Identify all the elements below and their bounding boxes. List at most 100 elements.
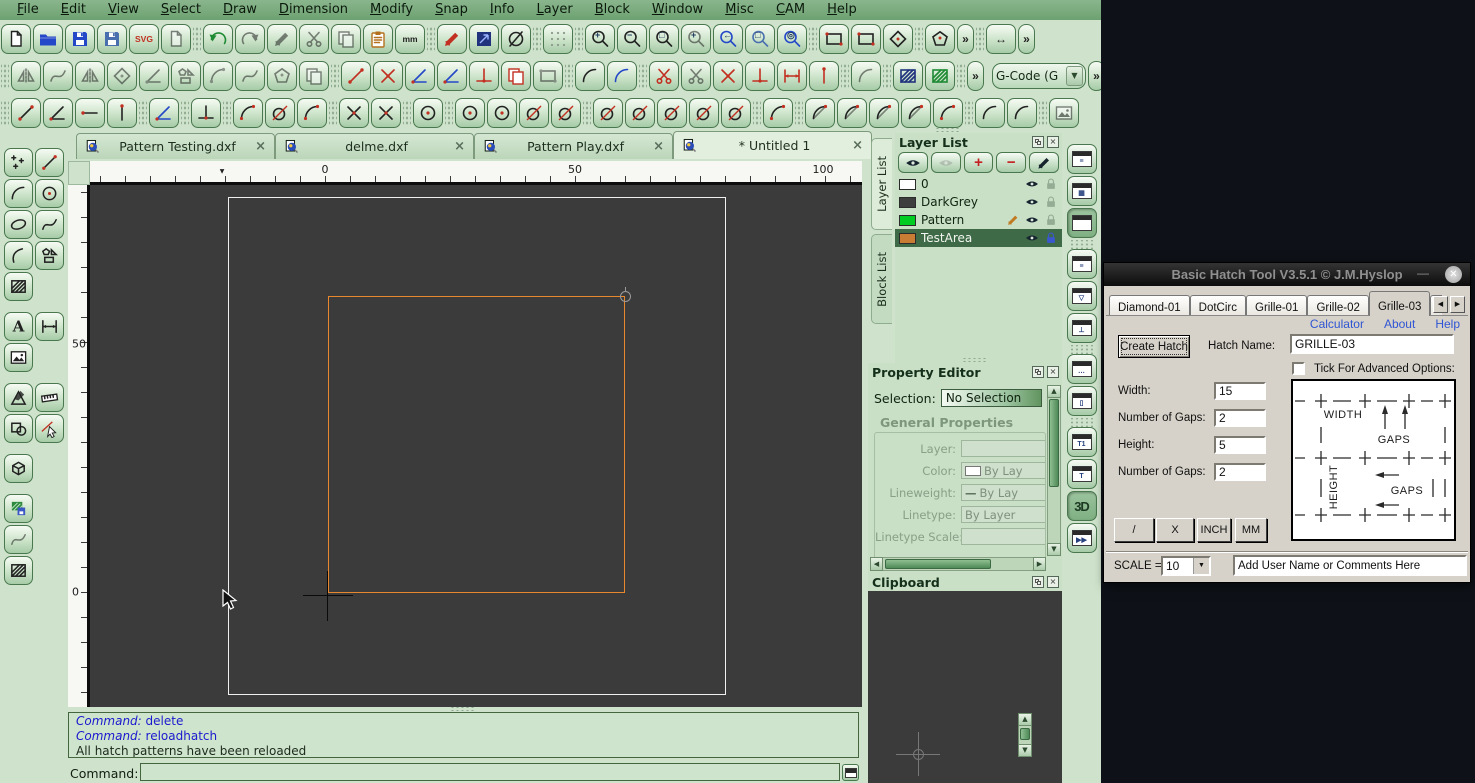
join-cross-button[interactable] — [713, 61, 743, 91]
command-scroll-up[interactable]: ▲ — [1018, 713, 1032, 726]
circle-tangent-3-button[interactable] — [721, 98, 751, 128]
bend-button[interactable] — [235, 61, 265, 91]
line-cross-angle-button[interactable] — [371, 98, 401, 128]
command-history-scrollbar[interactable]: ▲ ▼ — [1018, 713, 1032, 757]
horizontal-scroll-thumb[interactable] — [885, 559, 991, 569]
print-preview-button[interactable] — [161, 24, 191, 54]
edit-point-button[interactable] — [809, 61, 839, 91]
draw-points-button[interactable] — [4, 148, 33, 177]
save-as-button[interactable] — [97, 24, 127, 54]
break-gap-button[interactable] — [681, 61, 711, 91]
vertical-scroll-thumb[interactable] — [1049, 399, 1059, 487]
line-perpendicular-button[interactable] — [191, 98, 221, 128]
select-entity-button[interactable] — [35, 414, 64, 443]
sketch-pencil-button[interactable] — [437, 24, 467, 54]
extend-button[interactable] — [405, 61, 435, 91]
panel-tool-1-button[interactable]: T1 — [1067, 427, 1097, 457]
mirror-axis-button[interactable] — [139, 61, 169, 91]
menu-help[interactable]: Help — [816, 0, 868, 20]
drafting-tools-button[interactable] — [4, 383, 33, 412]
line-angle-reference-button[interactable] — [149, 98, 179, 128]
drawing-canvas[interactable] — [90, 185, 862, 707]
advanced-options-checkbox[interactable] — [1292, 362, 1305, 375]
draw-circle-button[interactable] — [35, 179, 64, 208]
cam-plot-button[interactable] — [893, 61, 923, 91]
view-3d-button[interactable] — [4, 454, 33, 483]
skew-button[interactable] — [107, 61, 137, 91]
property-editor-close-button[interactable]: × — [1047, 366, 1059, 378]
more-edit-tools-button[interactable]: » — [1018, 24, 1035, 54]
fillet-radius-button[interactable] — [607, 61, 637, 91]
comments-input[interactable] — [1233, 555, 1467, 576]
menu-info[interactable]: Info — [479, 0, 526, 20]
hatch-tab-diamond-01[interactable]: Diamond-01 — [1109, 295, 1190, 316]
arrange-button[interactable] — [299, 61, 329, 91]
circle-radius-point-button[interactable] — [519, 98, 549, 128]
arc-sweep-button[interactable] — [297, 98, 327, 128]
calculator-link[interactable]: Calculator — [1310, 317, 1364, 331]
line-cross-button[interactable] — [339, 98, 369, 128]
document-tab[interactable]: * Untitled 1× — [673, 131, 872, 159]
property-field[interactable] — [961, 528, 1046, 545]
op-button-mm[interactable]: MM — [1235, 518, 1267, 542]
more-draw-tools-button[interactable]: » — [957, 24, 974, 54]
draw-dimension-button[interactable] — [35, 312, 64, 341]
circle-diameter-line-button[interactable] — [551, 98, 581, 128]
command-area-grip[interactable] — [450, 706, 476, 711]
fillet-button[interactable] — [575, 61, 605, 91]
cam-edit-button[interactable] — [925, 61, 955, 91]
edit-entity-button[interactable] — [267, 24, 297, 54]
measure-ruler-button[interactable] — [35, 383, 64, 412]
menu-modify[interactable]: Modify — [359, 0, 424, 20]
dialog-title-bar[interactable]: Basic Hatch Tool V3.5.1 © J.M.Hyslop — ✕ — [1104, 263, 1470, 286]
layer-row[interactable]: TestArea — [895, 229, 1062, 247]
open-file-button[interactable] — [33, 24, 63, 54]
hatch-name-input[interactable] — [1290, 334, 1454, 354]
op-button-/[interactable]: / — [1114, 518, 1154, 542]
trim-double-button[interactable] — [373, 61, 403, 91]
layer-row[interactable]: DarkGrey — [895, 193, 1062, 211]
dock-tab-block-list[interactable]: Block List — [871, 234, 892, 324]
command-window-button[interactable] — [842, 764, 859, 781]
arc-continue-button[interactable] — [933, 98, 963, 128]
selection-dropdown[interactable]: No Selection — [941, 389, 1042, 407]
menu-cam[interactable]: CAM — [765, 0, 816, 20]
help-link[interactable]: Help — [1435, 317, 1460, 331]
measure-distance-button[interactable] — [469, 24, 499, 54]
scale-dropdown-arrow[interactable]: ▼ — [1193, 558, 1209, 574]
line-horizontal-button[interactable] — [75, 98, 105, 128]
close-tab-button[interactable]: × — [852, 138, 863, 153]
line-2pt-button[interactable] — [11, 98, 41, 128]
circle-center-radius-button[interactable] — [413, 98, 443, 128]
grid-toggle-button[interactable] — [543, 24, 573, 54]
view-3d-toggle-button[interactable]: 3D — [1067, 491, 1097, 521]
layer-list-close-button[interactable]: × — [1047, 136, 1059, 148]
hatch-tab-dotcirc[interactable]: DotCirc — [1190, 295, 1246, 316]
property-field[interactable]: By Lay — [961, 462, 1046, 479]
save-hatch-pattern-button[interactable] — [4, 494, 33, 523]
rectangle-rotated-button[interactable] — [883, 24, 913, 54]
property-field[interactable]: By Layer — [961, 506, 1046, 523]
more-modify-tools-button[interactable]: » — [967, 61, 984, 91]
panel-block-list-button[interactable]: ▦ — [1067, 176, 1097, 206]
zoom-scale-button[interactable]: + — [681, 24, 711, 54]
clipboard-close-button[interactable]: × — [1047, 576, 1059, 588]
scale-dropdown[interactable]: 10 ▼ — [1161, 556, 1211, 576]
menu-misc[interactable]: Misc — [714, 0, 765, 20]
menu-select[interactable]: Select — [150, 0, 212, 20]
new-file-button[interactable] — [1, 24, 31, 54]
snap-intersection-button[interactable] — [777, 61, 807, 91]
line-angle-button[interactable] — [43, 98, 73, 128]
field-input-0[interactable] — [1214, 382, 1266, 400]
undo-button[interactable] — [203, 24, 233, 54]
panel-plotter-button[interactable]: ⊥ — [1067, 313, 1097, 343]
paste-button[interactable] — [363, 24, 393, 54]
dock-grip-top[interactable] — [935, 127, 961, 132]
menu-snap[interactable]: Snap — [424, 0, 479, 20]
divide-button[interactable] — [469, 61, 499, 91]
zoom-window-button[interactable]: □ — [745, 24, 775, 54]
panel-list-button[interactable]: ≡ — [1067, 249, 1097, 279]
arc-radius-button[interactable] — [869, 98, 899, 128]
op-button-x[interactable]: X — [1156, 518, 1194, 542]
extend-double-button[interactable] — [437, 61, 467, 91]
